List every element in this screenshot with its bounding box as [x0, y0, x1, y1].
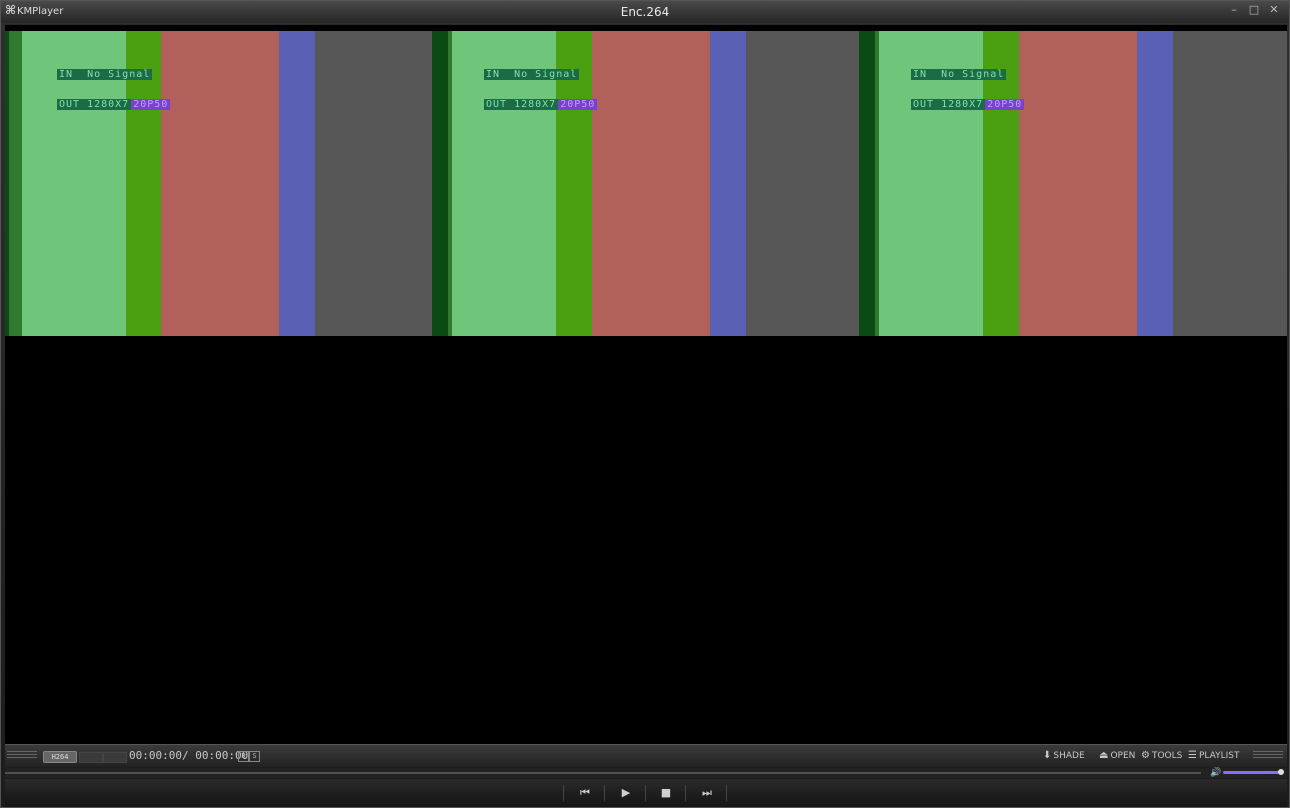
repeat-r-button[interactable]: R: [238, 751, 249, 762]
osd-output-format-tail: 20P50: [985, 99, 1025, 110]
color-bar: [315, 31, 432, 336]
osd-output-format: OUT 1280X7: [484, 99, 559, 110]
status-bar: H264 00:00:00/ 00:00:00 R S ⬇ SHADE ⏏ OPEN…: [5, 744, 1287, 767]
color-bar: [161, 31, 279, 336]
osd-input-status: IN No Signal: [484, 69, 580, 80]
color-bar: [9, 31, 22, 336]
color-bar: [710, 31, 746, 336]
status-indicator: [79, 752, 103, 763]
maximize-button[interactable]: □: [1247, 3, 1261, 17]
status-indicator: [103, 752, 127, 763]
download-icon: ⬇: [1043, 750, 1052, 761]
video-frame: IN No Signal OUT 1280X7 20P50 IN No Signa…: [5, 31, 1287, 336]
seek-track[interactable]: [5, 772, 1201, 774]
osd-output-format: OUT 1280X7: [57, 99, 132, 110]
volume-icon[interactable]: 🔊: [1210, 768, 1221, 778]
title-bar[interactable]: ⌘ KMPlayer Enc.264 – □ ✕: [1, 1, 1289, 23]
minimize-button[interactable]: –: [1227, 3, 1241, 17]
color-bar: [859, 31, 875, 336]
eject-icon: ⏏: [1099, 750, 1109, 761]
stop-icon[interactable]: ■: [658, 785, 674, 801]
repeat-s-button[interactable]: S: [249, 751, 260, 762]
color-bar: [592, 31, 710, 336]
osd-output-format-tail: 20P50: [131, 99, 171, 110]
playback-controls: ⏮ ▶ ■ ⏭: [5, 779, 1287, 807]
video-panel-3: IN No Signal OUT 1280X7 20P50: [859, 31, 1287, 336]
divider: [563, 785, 564, 801]
color-bar: [1019, 31, 1137, 336]
time-display[interactable]: 00:00:00/ 00:00:00: [129, 749, 248, 762]
video-panel-1: IN No Signal OUT 1280X7 20P50: [5, 31, 432, 336]
grip-right: [1253, 751, 1283, 760]
divider: [685, 785, 686, 801]
osd-text: IN No Signal OUT 1280X7 20P50: [911, 50, 1025, 130]
playlist-label: PLAYLIST: [1198, 751, 1240, 761]
volume-slider[interactable]: [1223, 771, 1281, 774]
color-bar: [1137, 31, 1173, 336]
gear-icon: ⚙: [1141, 750, 1150, 761]
video-area[interactable]: IN No Signal OUT 1280X7 20P50 IN No Signa…: [5, 24, 1287, 744]
color-bar: [1173, 31, 1287, 336]
playlist-button[interactable]: ☰ PLAYLIST: [1188, 750, 1239, 761]
osd-output-format-tail: 20P50: [558, 99, 598, 110]
next-icon[interactable]: ⏭: [699, 785, 715, 801]
seek-bar[interactable]: 🔊: [5, 768, 1287, 778]
close-button[interactable]: ✕: [1267, 3, 1281, 17]
grip-left: [7, 751, 37, 760]
codec-badge[interactable]: H264: [43, 751, 77, 763]
open-button[interactable]: ⏏ OPEN: [1099, 750, 1135, 761]
shade-button[interactable]: ⬇ SHADE: [1043, 750, 1085, 761]
tools-label: TOOLS: [1151, 751, 1183, 761]
osd-output-format: OUT 1280X7: [911, 99, 986, 110]
video-panel-2: IN No Signal OUT 1280X7 20P50: [432, 31, 859, 336]
open-label: OPEN: [1110, 751, 1136, 761]
play-icon[interactable]: ▶: [618, 785, 634, 801]
color-bar: [279, 31, 315, 336]
window-title: Enc.264: [620, 5, 670, 19]
volume-knob[interactable]: [1278, 769, 1284, 775]
osd-input-status: IN No Signal: [57, 69, 153, 80]
list-icon: ☰: [1188, 750, 1197, 761]
divider: [645, 785, 646, 801]
osd-text: IN No Signal OUT 1280X7 20P50: [57, 50, 171, 130]
divider: [604, 785, 605, 801]
divider: [726, 785, 727, 801]
kmplayer-window: ⌘ KMPlayer Enc.264 – □ ✕ IN No Signal OU…: [0, 0, 1290, 808]
previous-icon[interactable]: ⏮: [577, 785, 593, 801]
osd-input-status: IN No Signal: [911, 69, 1007, 80]
osd-text: IN No Signal OUT 1280X7 20P50: [484, 50, 598, 130]
tools-button[interactable]: ⚙ TOOLS: [1141, 750, 1182, 761]
color-bar: [432, 31, 448, 336]
color-bar: [746, 31, 859, 336]
shade-label: SHADE: [1053, 751, 1085, 761]
